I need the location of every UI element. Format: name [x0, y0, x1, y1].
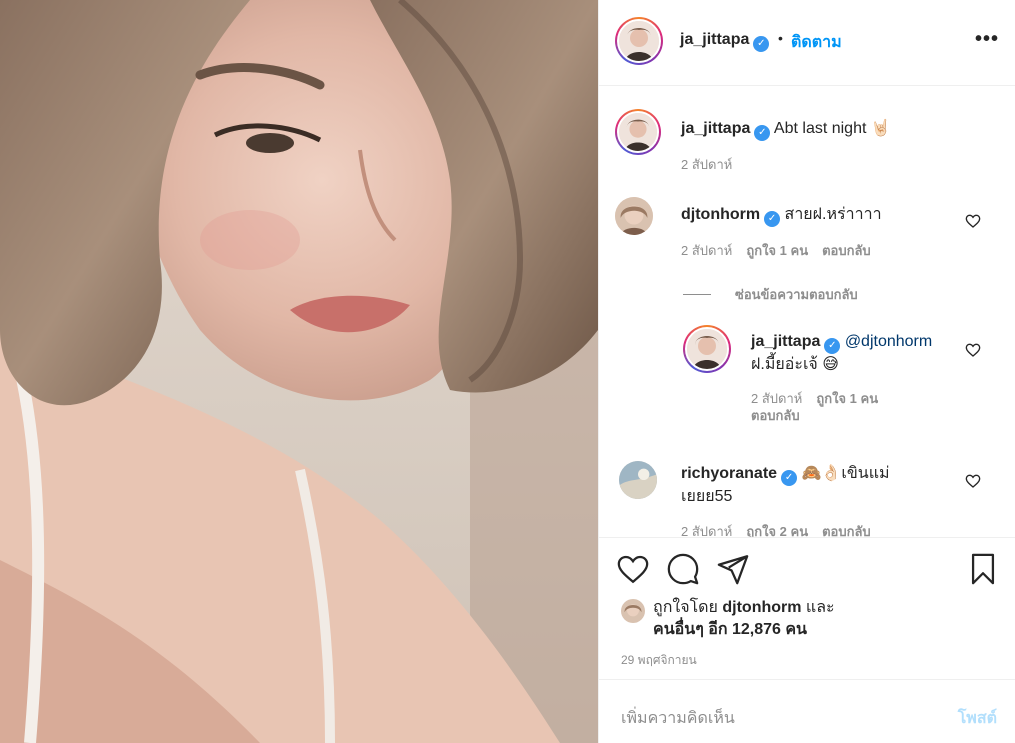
reply-text: ฝ.มี้ยอ่ะเจ้ 😅 [751, 356, 839, 373]
reply-item: ja_jittapa ✓ @djtonhorm ฝ.มี้ยอ่ะเจ้ 😅 2 … [683, 325, 951, 424]
reply-button[interactable]: ตอบกลับ [822, 524, 871, 537]
caption-avatar[interactable] [615, 109, 661, 155]
likes-prefix: ถูกใจโดย [653, 599, 718, 616]
like-comment-heart-icon[interactable] [965, 473, 981, 489]
reply-button[interactable]: ตอบกลับ [822, 243, 871, 258]
verified-icon: ✓ [781, 470, 798, 486]
caption-text: Abt last night 🤘🏻 [773, 120, 891, 137]
commenter-avatar[interactable] [619, 461, 657, 499]
post-comment-button[interactable]: โพสต์ [958, 706, 997, 731]
more-options-icon[interactable]: ••• [975, 28, 999, 51]
liker-avatar[interactable] [621, 599, 645, 623]
add-comment-bar: เพิ่มความคิดเห็น โพสต์ [599, 679, 1015, 743]
post-date[interactable]: 29 พฤศจิกายน [621, 651, 697, 670]
comment-time[interactable]: 2 สัปดาห์ [681, 524, 732, 537]
commenter-avatar[interactable] [615, 197, 653, 235]
hide-replies-line [683, 294, 711, 295]
author-avatar[interactable] [615, 17, 663, 65]
comment-input[interactable]: เพิ่มความคิดเห็น [621, 706, 735, 731]
like-comment-heart-icon[interactable] [965, 342, 981, 358]
caption: ja_jittapa ✓ Abt last night 🤘🏻 2 สัปดาห์ [615, 109, 891, 175]
comment-username[interactable]: ja_jittapa [681, 120, 750, 137]
comment-time[interactable]: 2 สัปดาห์ [681, 243, 732, 258]
save-bookmark-icon[interactable] [966, 552, 1000, 586]
likes-and: และ [805, 599, 835, 616]
comments-list[interactable]: ja_jittapa ✓ Abt last night 🤘🏻 2 สัปดาห์ … [599, 87, 1015, 537]
verified-icon: ✓ [824, 338, 841, 354]
comment-likes[interactable]: ถูกใจ 1 คน [816, 391, 878, 406]
author-username[interactable]: ja_jittapa ✓ [680, 31, 770, 52]
hide-replies-button[interactable]: ซ่อนข้อความตอบกลับ [683, 284, 858, 305]
reply-button[interactable]: ตอบกลับ [751, 408, 800, 423]
comment-likes[interactable]: ถูกใจ 2 คน [746, 524, 808, 537]
comment-time[interactable]: 2 สัปดาห์ [751, 391, 802, 406]
like-heart-icon[interactable] [616, 552, 650, 586]
post-header: ja_jittapa ✓ • ติดตาม ••• [599, 0, 1015, 86]
post-sidebar: ja_jittapa ✓ • ติดตาม ••• ja_jittapa ✓ Abt… [598, 0, 1015, 743]
comment-username[interactable]: djtonhorm [681, 206, 760, 223]
like-comment-heart-icon[interactable] [965, 213, 981, 229]
verified-icon: ✓ [764, 211, 781, 227]
follow-button[interactable]: ติดตาม [791, 30, 842, 55]
post-photo[interactable] [0, 0, 598, 743]
comment-username[interactable]: richyoranate [681, 465, 777, 482]
comment-username[interactable]: ja_jittapa [751, 333, 820, 350]
likes-others-link[interactable]: คนอื่นๆ อีก 12,876 คน [653, 621, 807, 638]
comment-time[interactable]: 2 สัปดาห์ [681, 157, 732, 172]
mention-link[interactable]: @djtonhorm [845, 333, 932, 350]
separator-dot: • [778, 30, 783, 46]
liker-username[interactable]: djtonhorm [722, 599, 801, 616]
likes-summary: ถูกใจโดย djtonhorm และคนอื่นๆ อีก 12,876… [621, 597, 835, 641]
hide-replies-label: ซ่อนข้อความตอบกลับ [735, 287, 858, 302]
comment-item: richyoranate ✓ 🙈👌🏻เขินแม่เยยย55 2 สัปดาห์… [619, 461, 921, 537]
post-actions: ถูกใจโดย djtonhorm และคนอื่นๆ อีก 12,876… [599, 537, 1015, 743]
comment-likes[interactable]: ถูกใจ 1 คน [746, 243, 808, 258]
share-paper-plane-icon[interactable] [716, 552, 750, 586]
verified-icon: ✓ [754, 125, 771, 141]
reply-avatar[interactable] [683, 325, 731, 373]
comment-text: สายฝ.หร่าาาา [784, 206, 882, 223]
verified-icon: ✓ [753, 35, 770, 52]
comment-bubble-icon[interactable] [666, 552, 700, 586]
comment-item: djtonhorm ✓ สายฝ.หร่าาาา 2 สัปดาห์ ถูกใจ 1… [615, 197, 885, 261]
